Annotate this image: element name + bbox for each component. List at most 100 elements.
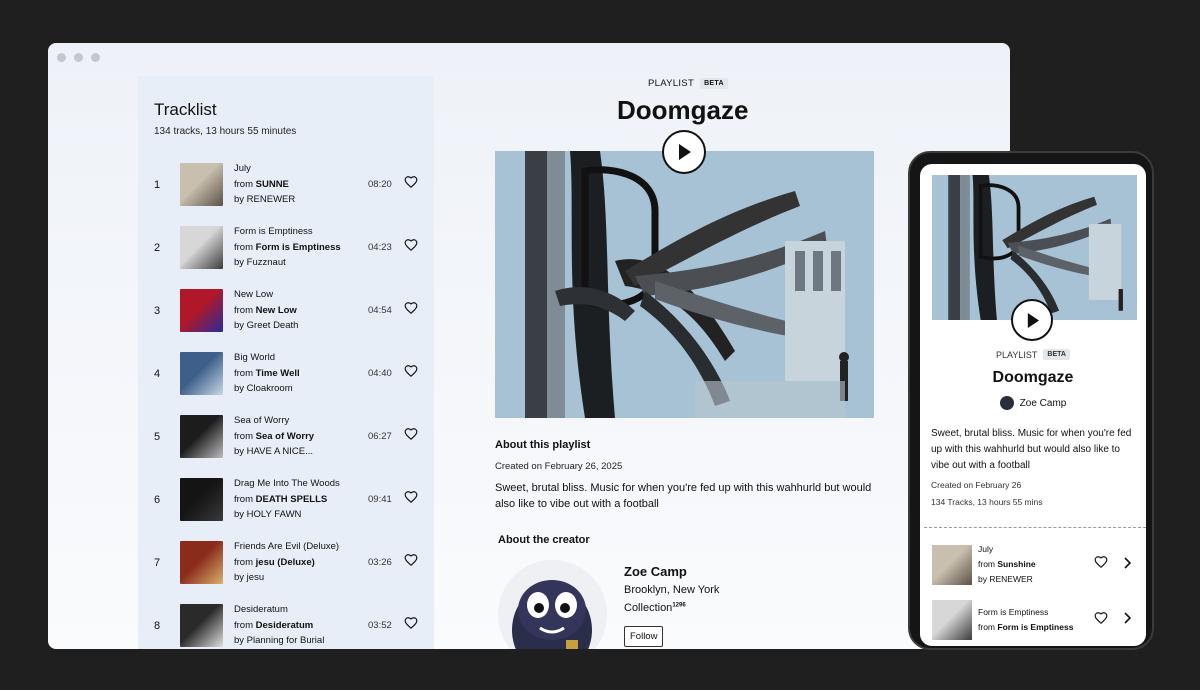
like-button[interactable] xyxy=(404,238,418,257)
mobile-beta-badge: BETA xyxy=(1043,349,1070,360)
mobile-description: Sweet, brutal bliss. Music for when you'… xyxy=(931,428,1132,471)
track-album[interactable]: Time Well xyxy=(256,368,300,379)
track-row[interactable]: 8 Desideratum from Desideratum by Planni… xyxy=(154,594,418,649)
heart-icon xyxy=(404,239,418,252)
track-album[interactable]: Sunshine xyxy=(997,559,1035,569)
mobile-playlist-type-label: PLAYLIST xyxy=(996,349,1038,360)
album-art xyxy=(180,604,223,647)
like-button[interactable] xyxy=(404,616,418,635)
avatar[interactable] xyxy=(498,560,607,649)
track-row[interactable]: 5 Sea of Worry from Sea of Worry by HAVE… xyxy=(154,405,418,468)
creator-location: Brooklyn, New York xyxy=(624,584,720,596)
playlist-cover-art xyxy=(495,151,874,418)
track-number: 3 xyxy=(154,304,161,317)
track-title[interactable]: Big World xyxy=(234,350,368,366)
track-number: 2 xyxy=(154,241,161,254)
from-label: from xyxy=(234,493,256,505)
heart-icon xyxy=(404,491,418,504)
mobile-title: Doomgaze xyxy=(992,369,1074,386)
divider xyxy=(924,527,1146,528)
open-track-button[interactable] xyxy=(1122,556,1132,574)
track-album[interactable]: New Low xyxy=(256,305,297,316)
track-album[interactable]: Sea of Worry xyxy=(256,431,314,442)
like-button[interactable] xyxy=(404,301,418,320)
track-row[interactable]: 7 Friends Are Evil (Deluxe) from jesu (D… xyxy=(154,531,418,594)
track-number: 1 xyxy=(154,178,161,191)
window-dot-maximize[interactable] xyxy=(91,53,100,62)
like-button[interactable] xyxy=(404,175,418,194)
playlist-type-label: PLAYLIST xyxy=(648,78,695,89)
track-album[interactable]: SUNNE xyxy=(256,179,289,190)
mobile-track-count: 134 Tracks, 13 hours 55 mins xyxy=(931,497,1043,507)
track-duration: 04:40 xyxy=(368,368,392,379)
play-button[interactable] xyxy=(662,130,706,174)
like-button[interactable] xyxy=(404,553,418,572)
track-title[interactable]: Drag Me Into The Woods xyxy=(234,476,368,492)
mobile-play-button[interactable] xyxy=(1011,299,1053,341)
track-title[interactable]: New Low xyxy=(234,287,368,303)
creator-collection[interactable]: Collection1296 xyxy=(624,602,686,614)
track-artist[interactable]: by HAVE A NICE... xyxy=(234,444,368,460)
track-artist[interactable]: by Planning for Burial xyxy=(234,633,368,649)
track-artist[interactable]: by jesu xyxy=(234,570,368,586)
like-button[interactable] xyxy=(1094,555,1108,574)
track-title[interactable]: Sea of Worry xyxy=(234,413,368,429)
track-album[interactable]: jesu (Deluxe) xyxy=(256,557,315,568)
mobile-track-row[interactable]: July from Sunshine by RENEWER xyxy=(932,542,1132,587)
from-label: from xyxy=(234,367,256,379)
from-label: from xyxy=(234,241,256,253)
open-track-button[interactable] xyxy=(1122,611,1132,629)
track-artist[interactable]: by RENEWER xyxy=(234,192,368,208)
window-dot-close[interactable] xyxy=(57,53,66,62)
like-button[interactable] xyxy=(404,427,418,446)
track-artist[interactable]: by Greet Death xyxy=(234,318,368,334)
track-title[interactable]: Friends Are Evil (Deluxe) xyxy=(234,539,368,555)
mobile-created-date: Created on February 26 xyxy=(931,480,1022,490)
mobile-eyebrow: PLAYLIST BETA xyxy=(920,349,1146,360)
track-title[interactable]: Form is Emptiness xyxy=(978,605,1094,620)
track-title[interactable]: Desideratum xyxy=(234,602,368,618)
album-art xyxy=(180,163,223,206)
page-title: Doomgaze xyxy=(617,95,749,125)
chevron-right-icon xyxy=(1124,612,1132,624)
mobile-author-name: Zoe Camp xyxy=(1019,397,1067,409)
creator-name[interactable]: Zoe Camp xyxy=(624,564,687,579)
mobile-track-row[interactable]: Form is Emptiness from Form is Emptiness xyxy=(932,600,1132,640)
track-row[interactable]: 4 Big World from Time Well by Cloakroom … xyxy=(154,342,418,405)
heart-icon xyxy=(404,617,418,630)
heart-icon xyxy=(404,365,418,378)
mobile-avatar xyxy=(999,396,1014,410)
playlist-eyebrow: PLAYLIST BETA xyxy=(648,78,728,89)
from-label: from xyxy=(234,304,256,316)
track-duration: 03:52 xyxy=(368,620,392,631)
track-row[interactable]: 2 Form is Emptiness from Form is Emptine… xyxy=(154,216,418,279)
album-art xyxy=(180,541,223,584)
track-artist[interactable]: by Cloakroom xyxy=(234,381,368,397)
track-number: 8 xyxy=(154,619,161,632)
follow-button[interactable]: Follow xyxy=(624,626,664,647)
track-album[interactable]: Form is Emptiness xyxy=(256,242,341,253)
track-title[interactable]: July xyxy=(978,542,1094,557)
track-title[interactable]: Form is Emptiness xyxy=(234,224,368,240)
track-list: 1 July from SUNNE by RENEWER 08:20 2 For… xyxy=(154,153,418,649)
track-artist[interactable]: by Fuzznaut xyxy=(234,255,368,271)
track-row[interactable]: 1 July from SUNNE by RENEWER 08:20 xyxy=(154,153,418,216)
track-album[interactable]: Form is Emptiness xyxy=(997,622,1073,632)
like-button[interactable] xyxy=(1094,611,1108,630)
track-artist[interactable]: by RENEWER xyxy=(978,572,1094,587)
heart-icon xyxy=(404,554,418,567)
heart-icon xyxy=(404,302,418,315)
track-title[interactable]: July xyxy=(234,161,368,177)
track-artist[interactable]: by HOLY FAWN xyxy=(234,507,368,523)
mobile-author[interactable]: Zoe Camp xyxy=(920,396,1146,410)
track-duration: 03:26 xyxy=(368,557,392,568)
track-album[interactable]: DEATH SPELLS xyxy=(256,494,328,505)
window-dot-minimize[interactable] xyxy=(74,53,83,62)
like-button[interactable] xyxy=(404,490,418,509)
like-button[interactable] xyxy=(404,364,418,383)
track-row[interactable]: 3 New Low from New Low by Greet Death 04… xyxy=(154,279,418,342)
track-album[interactable]: Desideratum xyxy=(256,620,314,631)
album-art xyxy=(180,478,223,521)
collection-count: 1296 xyxy=(672,602,686,609)
track-row[interactable]: 6 Drag Me Into The Woods from DEATH SPEL… xyxy=(154,468,418,531)
